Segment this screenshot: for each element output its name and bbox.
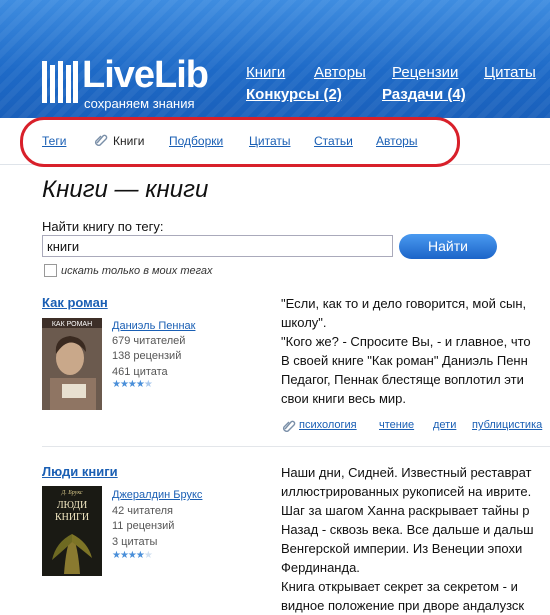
book-rating-stars: ★★★★★: [112, 550, 153, 561]
top-nav-reviews[interactable]: Рецензии: [392, 64, 458, 81]
cover-title-text: КАК РОМАН: [52, 321, 92, 328]
tag-search-input[interactable]: книги: [42, 235, 393, 257]
book-title-link[interactable]: Люди книги: [42, 464, 118, 479]
book-author-link[interactable]: Джералдин Брукс: [112, 489, 202, 501]
book-reviews-count: 138 рецензий: [112, 350, 182, 362]
book-description: "Если, как то и дело говорится, мой сын,…: [281, 296, 531, 406]
tag-link-psychology[interactable]: психология: [299, 419, 357, 431]
top-nav-contests[interactable]: Конкурсы (2): [246, 86, 342, 103]
top-nav-books[interactable]: Книги: [246, 64, 285, 81]
tag-link-nonfiction[interactable]: публицистика: [472, 419, 542, 431]
book-reviews-count: 11 рецензий: [112, 520, 175, 532]
top-nav-giveaways[interactable]: Раздачи (4): [382, 86, 466, 103]
book-rating-stars: ★★★★★: [112, 379, 153, 390]
logo-bars-icon: [42, 61, 78, 103]
logo-tagline: сохраняем знания: [84, 96, 195, 111]
find-button[interactable]: Найти: [399, 234, 497, 259]
svg-text:КНИГИ: КНИГИ: [55, 512, 89, 523]
top-nav-quotes[interactable]: Цитаты: [484, 64, 536, 81]
book-author-link[interactable]: Даниэль Пеннак: [112, 320, 195, 332]
book-divider: [42, 446, 550, 447]
svg-text:ЛЮДИ: ЛЮДИ: [57, 500, 87, 511]
cover-author-text: Д. Брукс: [60, 490, 83, 496]
tag-icon: [283, 420, 296, 432]
book-readers-count: 679 читателей: [112, 335, 186, 347]
logo-wordmark: LiveLib: [82, 54, 209, 96]
page-title: Книги — книги: [42, 176, 209, 203]
top-nav-authors[interactable]: Авторы: [314, 64, 366, 81]
book-quotes-count: 3 цитаты: [112, 536, 158, 548]
site-header: LiveLib сохраняем знания Книги Авторы Ре…: [0, 0, 550, 118]
book-cover-image[interactable]: КАК РОМАН: [42, 318, 102, 410]
my-tags-checkbox-label: искать только в моих тегах: [61, 265, 213, 277]
book-title-link[interactable]: Как роман: [42, 295, 108, 310]
tag-link-reading[interactable]: чтение: [379, 419, 414, 431]
tag-link-children[interactable]: дети: [433, 419, 456, 431]
book-readers-count: 42 читателя: [112, 505, 173, 517]
my-tags-checkbox[interactable]: [44, 264, 57, 277]
book-description: Наши дни, Сидней. Известный реставрат ил…: [281, 465, 534, 613]
search-label: Найти книгу по тегу:: [42, 219, 164, 234]
livelib-logo[interactable]: LiveLib сохраняем знания: [42, 54, 209, 112]
book-quotes-count: 461 цитата: [112, 366, 168, 378]
subnav-highlight-oval: [20, 117, 460, 167]
book-cover-image[interactable]: Д. Брукс ЛЮДИ КНИГИ: [42, 486, 102, 576]
